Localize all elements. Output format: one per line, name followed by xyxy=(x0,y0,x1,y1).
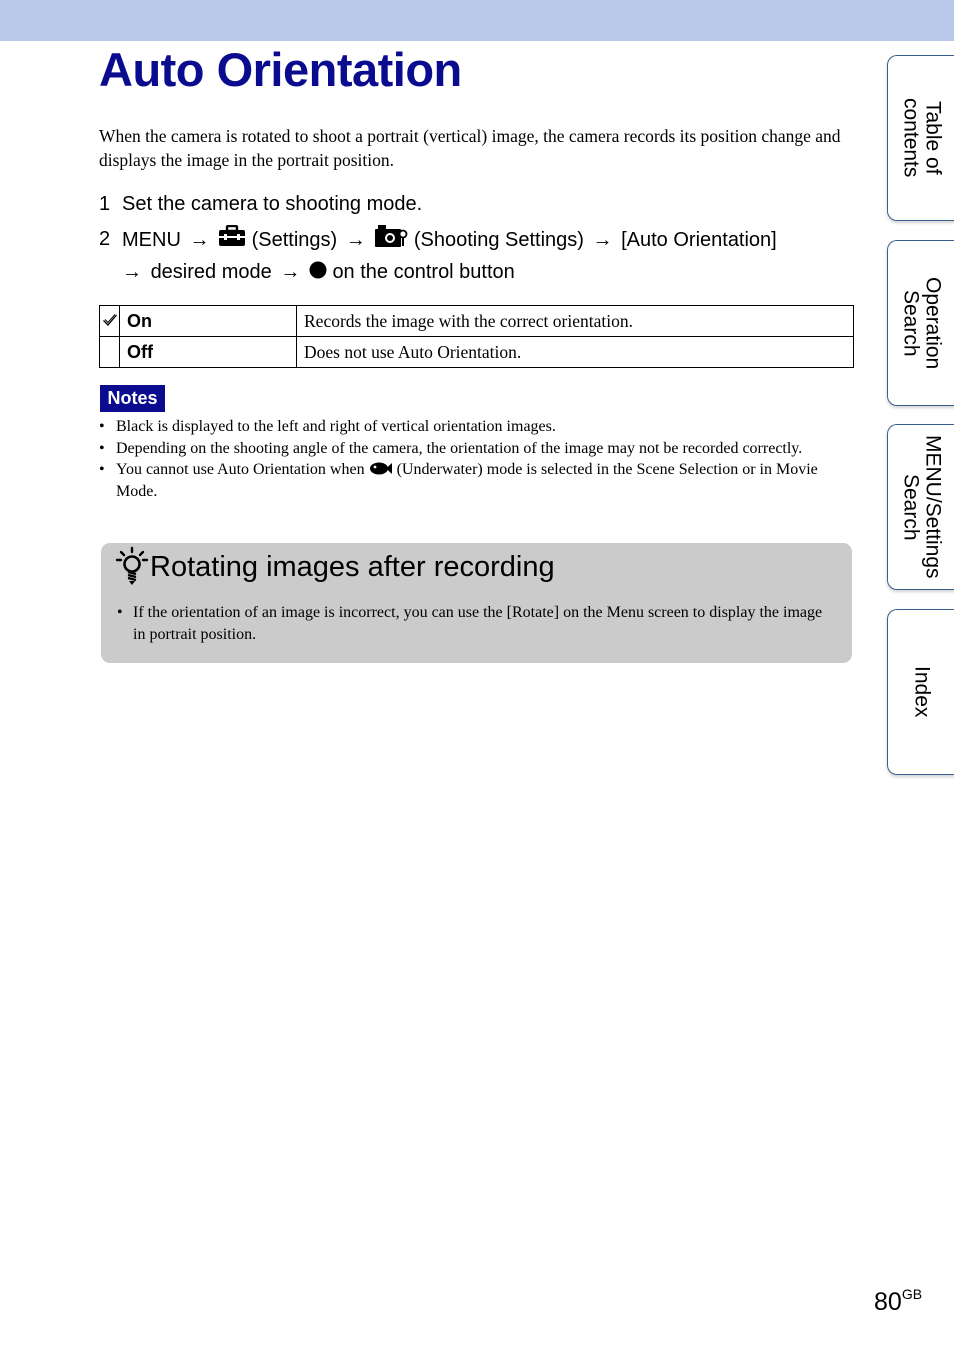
side-tab-label: Table of contents xyxy=(899,98,945,178)
arrow-icon: → xyxy=(189,228,210,251)
page-number: 80GB xyxy=(874,1286,923,1317)
notes-list: Black is displayed to the left and right… xyxy=(99,416,849,503)
notes-badge: Notes xyxy=(100,385,165,412)
step-2: 2 MENU → (Settings) → (Shooting Settings… xyxy=(99,224,859,288)
default-cell xyxy=(99,305,120,337)
step-number: 1 xyxy=(99,193,111,215)
hint-item: If the orientation of an image is incorr… xyxy=(117,602,837,646)
options-table: On Records the image with the correct or… xyxy=(99,305,854,368)
step-1: 1 Set the camera to shooting mode. xyxy=(99,189,859,219)
hint-list: If the orientation of an image is incorr… xyxy=(117,602,837,646)
note-item: Black is displayed to the left and right… xyxy=(99,416,849,438)
intro-paragraph: When the camera is rotated to shoot a po… xyxy=(99,126,841,170)
note-text: You cannot use Auto Orientation when xyxy=(116,461,365,478)
menu-item-label: [Auto Orientation] xyxy=(621,228,777,251)
side-tab-label: Operation Search xyxy=(899,276,945,370)
control-button-center-icon xyxy=(309,258,327,288)
lightbulb-hint-icon xyxy=(115,546,149,591)
side-tab-label: Index xyxy=(910,666,934,718)
option-name: Off xyxy=(119,336,297,368)
page-title: Auto Orientation xyxy=(99,43,462,96)
side-tab-table-of-contents[interactable]: Table of contents xyxy=(887,55,954,221)
default-cell xyxy=(99,336,120,368)
arrow-icon: → xyxy=(280,261,301,283)
shooting-settings-label: (Shooting Settings) xyxy=(413,228,584,251)
underwater-fish-icon xyxy=(369,460,393,482)
shooting-settings-camera-icon xyxy=(374,224,408,257)
table-row: Off Does not use Auto Orientation. xyxy=(99,336,854,368)
menu-label: MENU xyxy=(122,228,181,251)
side-tab-operation-search[interactable]: Operation Search xyxy=(887,240,954,406)
settings-label: (Settings) xyxy=(251,228,338,251)
side-tab-index[interactable]: Index xyxy=(887,609,954,775)
step-number: 2 xyxy=(99,228,111,250)
option-description: Records the image with the correct orien… xyxy=(296,305,854,337)
steps-list: 1 Set the camera to shooting mode. 2 MEN… xyxy=(99,189,859,288)
arrow-icon: → xyxy=(345,228,366,251)
page-number-value: 80 xyxy=(874,1288,902,1316)
arrow-icon: → xyxy=(592,228,613,251)
hint-box: Rotating images after recording If the o… xyxy=(101,543,852,663)
desired-mode-label: desired mode xyxy=(150,261,272,283)
note-item: You cannot use Auto Orientation when (Un… xyxy=(99,459,849,503)
side-tab-menu-settings-search[interactable]: MENU/Settings Search xyxy=(887,424,954,590)
page-number-suffix: GB xyxy=(901,1286,923,1302)
header-band xyxy=(0,0,954,41)
control-button-text: on the control button xyxy=(332,261,515,283)
side-tab-label: MENU/Settings Search xyxy=(899,435,945,579)
table-row: On Records the image with the correct or… xyxy=(99,305,854,337)
arrow-icon: → xyxy=(122,261,142,283)
option-name: On xyxy=(119,305,297,337)
hint-title: Rotating images after recording xyxy=(150,551,555,583)
note-item: Depending on the shooting angle of the c… xyxy=(99,438,849,460)
step-text: Set the camera to shooting mode. xyxy=(122,193,423,215)
settings-toolbox-icon xyxy=(218,224,246,256)
option-description: Does not use Auto Orientation. xyxy=(296,336,854,368)
default-check-icon xyxy=(102,311,118,331)
